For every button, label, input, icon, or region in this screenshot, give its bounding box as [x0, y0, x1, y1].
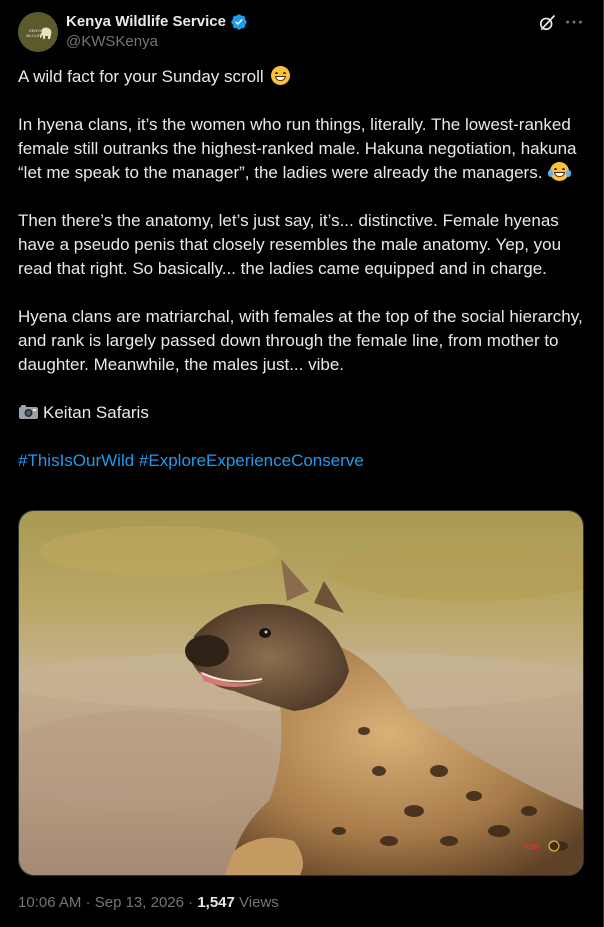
- face-with-tears-of-joy-icon: [548, 162, 572, 181]
- views-label: Views: [239, 894, 279, 911]
- tweet-line-1-text: A wild fact for your Sunday scroll: [18, 67, 264, 86]
- photo-credit: Keitan Safaris: [18, 401, 586, 425]
- meta-separator: ·: [85, 894, 91, 911]
- svg-text:KSM: KSM: [524, 844, 539, 851]
- tweet-paragraph-3: Then there’s the anatomy, let’s just say…: [18, 211, 562, 278]
- avatar[interactable]: KENYA WILDLIFE: [18, 12, 58, 52]
- kws-logo-icon: KENYA WILDLIFE: [18, 12, 58, 52]
- more-horizontal-icon[interactable]: [563, 12, 585, 34]
- camera-icon: [19, 405, 38, 419]
- tweet-paragraph-2-text: In hyena clans, it’s the women who run t…: [18, 115, 577, 182]
- tweet-detail: KENYA WILDLIFE Kenya Wildlife Service @K…: [0, 0, 604, 927]
- grinning-face-icon: [271, 66, 291, 85]
- photo-credit-text: Keitan Safaris: [43, 403, 149, 422]
- tweet-line-1: A wild fact for your Sunday scroll: [18, 65, 586, 89]
- meta-separator: ·: [188, 894, 194, 911]
- display-name[interactable]: Kenya Wildlife Service: [66, 12, 226, 32]
- timestamp-date[interactable]: Sep 13, 2026: [95, 894, 184, 911]
- verified-badge-icon: [231, 14, 247, 30]
- svg-text:KENYA: KENYA: [29, 28, 43, 33]
- tweet-photo[interactable]: KSM: [18, 510, 584, 876]
- hashtags: #ThisIsOurWild #ExploreExperienceConserv…: [18, 449, 586, 473]
- grok-icon[interactable]: [537, 13, 557, 33]
- hashtag-link[interactable]: #ThisIsOurWild: [18, 451, 134, 470]
- tweet-paragraph-4: Hyena clans are matriarchal, with female…: [18, 307, 583, 374]
- timestamp-time[interactable]: 10:06 AM: [18, 894, 81, 911]
- tweet-paragraph-2: In hyena clans, it’s the women who run t…: [18, 113, 586, 185]
- handle[interactable]: @KWSKenya: [66, 33, 158, 51]
- views-count: 1,547: [197, 894, 235, 911]
- hashtag-link[interactable]: #ExploreExperienceConserve: [139, 451, 364, 470]
- hyena-photo: KSM: [19, 511, 583, 875]
- tweet-meta: 10:06 AM · Sep 13, 2026 · 1,547 Views: [18, 893, 279, 913]
- tweet-text: A wild fact for your Sunday scroll In hy…: [18, 65, 586, 473]
